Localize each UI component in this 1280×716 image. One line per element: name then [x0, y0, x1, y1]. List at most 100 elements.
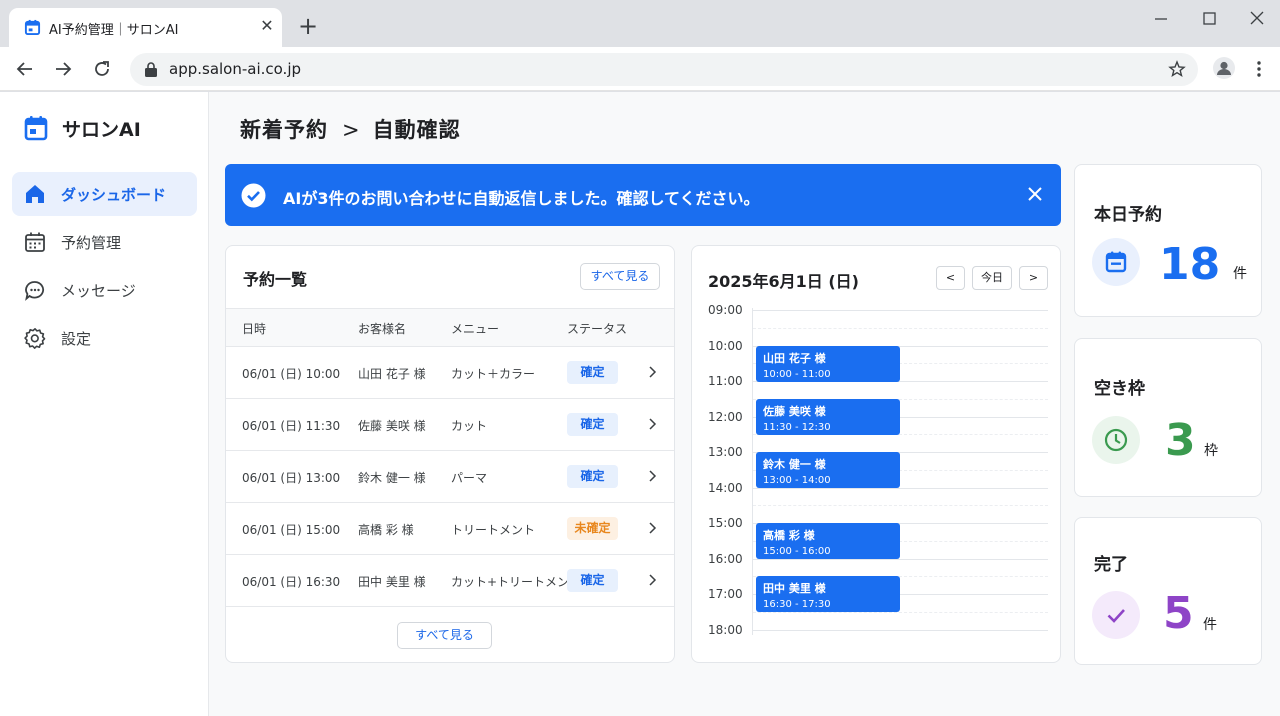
stat-card-today: 本日予約 18 件: [1074, 164, 1262, 317]
event-customer: 山田 花子 様: [763, 351, 826, 365]
back-arrow-icon[interactable]: [14, 58, 36, 80]
table-header: 日時 お客様名 メニュー ステータス: [226, 308, 674, 347]
row-datetime: 06/01 (日) 10:00: [242, 367, 341, 381]
row-customer: 鈴木 健一 様: [358, 471, 426, 485]
check-icon: [1107, 609, 1125, 623]
table-row[interactable]: 06/01 (日) 10:00 山田 花子 様 カット＋カラー 確定: [226, 347, 674, 399]
home-icon: [26, 185, 44, 203]
stat-title: 空き枠: [1094, 379, 1145, 399]
column-header-status: ステータス: [567, 322, 628, 336]
table-row[interactable]: 06/01 (日) 15:00 高橋 彩 様 トリートメント 未確定: [226, 503, 674, 555]
tab-close-icon[interactable]: ✕: [257, 16, 277, 36]
reload-icon[interactable]: [91, 58, 113, 80]
stat-title: 完了: [1094, 555, 1128, 575]
view-all-button[interactable]: すべて見る: [580, 263, 660, 290]
event-customer: 鈴木 健一 様: [763, 458, 826, 471]
gear-icon: [24, 328, 46, 349]
calendar-event[interactable]: 高橋 彩 様 15:00 - 16:00: [756, 523, 900, 559]
event-customer: 田中 美里 様: [763, 582, 826, 596]
browser-tabstrip: AI予約管理｜サロンAI ✕ +: [0, 0, 1280, 47]
row-customer: 佐藤 美咲 様: [358, 419, 426, 433]
window-close-icon[interactable]: [1242, 8, 1272, 30]
half-hour-gridline: [753, 505, 1048, 507]
row-menu: カット+トリートメント: [451, 575, 582, 589]
calendar-event[interactable]: 山田 花子 様 10:00 - 11:00: [756, 345, 900, 382]
chevron-right-icon[interactable]: [646, 572, 660, 588]
sidebar-item-dashboard[interactable]: ダッシュボード: [12, 172, 197, 216]
calendar-event[interactable]: 佐藤 美咲 様 11:30 - 12:30: [756, 398, 900, 435]
event-customer: 高橋 彩 様: [763, 529, 815, 542]
row-menu: パーマ: [451, 471, 488, 485]
sidebar-item-messages[interactable]: メッセージ: [12, 268, 197, 312]
hour-label: 16:00: [708, 551, 743, 566]
chevron-right-icon[interactable]: [646, 468, 660, 484]
calendar-date: 2025年6月1日 (日): [708, 272, 859, 291]
tab-title: AI予約管理｜サロンAI: [49, 23, 179, 38]
chevron-right-icon[interactable]: [646, 364, 660, 380]
breadcrumb: 新着予約 > 自動確認: [240, 114, 461, 144]
new-tab-icon[interactable]: +: [297, 14, 319, 38]
browser-tab[interactable]: AI予約管理｜サロンAI ✕: [9, 8, 282, 47]
row-customer: 高橋 彩 様: [358, 523, 414, 537]
app-root: サロンAI ダッシュボード 予約管理 メッセージ 設定 新着予約 > 自動確認 …: [0, 92, 1280, 716]
sidebar: サロンAI ダッシュボード 予約管理 メッセージ 設定: [0, 92, 209, 716]
chevron-right-icon[interactable]: [646, 520, 660, 536]
stat-card-open-slots: 空き枠 3 枠: [1074, 338, 1262, 497]
minimize-icon[interactable]: [1146, 8, 1176, 30]
hour-gridline: [753, 629, 1048, 631]
hour-label: 11:00: [708, 374, 743, 388]
sidebar-item-label: 予約管理: [61, 233, 122, 252]
chevron-right-icon[interactable]: [646, 416, 660, 432]
view-all-bottom-button[interactable]: すべて見る: [397, 622, 492, 649]
status-badge: 確定: [567, 569, 618, 592]
table-row[interactable]: 06/01 (日) 13:00 鈴木 健一 様 パーマ 確定: [226, 451, 674, 503]
stat-card-completed: 完了 5 件: [1074, 517, 1262, 665]
breadcrumb-parent[interactable]: 新着予約: [240, 118, 328, 142]
calendar-icon: [25, 232, 45, 252]
hour-label: 10:00: [708, 338, 743, 353]
forward-arrow-icon[interactable]: [52, 58, 74, 80]
chat-icon: [25, 281, 45, 301]
maximize-icon[interactable]: [1194, 8, 1224, 30]
calendar-logo-icon: [24, 116, 48, 141]
event-time: 15:00 - 16:00: [763, 546, 831, 557]
calendar-event[interactable]: 鈴木 健一 様 13:00 - 14:00: [756, 452, 900, 488]
stat-unit: 件: [1233, 266, 1247, 282]
stat-icon-circle: [1092, 238, 1140, 286]
column-header-customer: お客様名: [358, 322, 407, 336]
reservation-list-title: 予約一覧: [243, 270, 308, 289]
calendar-next-button[interactable]: >: [1019, 266, 1048, 290]
row-menu: カット＋カラー: [451, 367, 536, 381]
sidebar-item-label: メッセージ: [61, 281, 136, 300]
column-header-menu: メニュー: [451, 322, 500, 336]
hour-gridline: [753, 310, 1048, 311]
half-hour-gridline: [753, 327, 1048, 329]
stat-unit: 件: [1203, 617, 1217, 633]
calendar-prev-button[interactable]: <: [936, 266, 965, 290]
sidebar-item-reservations[interactable]: 予約管理: [12, 220, 197, 264]
sidebar-item-settings[interactable]: 設定: [12, 316, 197, 360]
breadcrumb-separator: >: [342, 118, 361, 142]
event-customer: 佐藤 美咲 様: [763, 404, 826, 418]
row-datetime: 06/01 (日) 16:30: [242, 575, 341, 589]
more-menu-icon[interactable]: [1249, 58, 1269, 80]
profile-avatar-icon[interactable]: [1213, 57, 1235, 79]
brand[interactable]: サロンAI: [24, 114, 141, 142]
hour-label: 18:00: [708, 622, 743, 637]
lock-icon[interactable]: [144, 62, 158, 77]
bookmark-star-icon[interactable]: [1168, 60, 1186, 78]
calendar-event[interactable]: 田中 美里 様 16:30 - 17:30: [756, 576, 900, 613]
row-datetime: 06/01 (日) 13:00: [242, 471, 341, 485]
row-customer: 山田 花子 様: [358, 367, 426, 381]
table-row[interactable]: 06/01 (日) 11:30 佐藤 美咲 様 カット 確定: [226, 399, 674, 451]
stat-icon-circle: [1092, 591, 1140, 639]
hour-label: 13:00: [708, 445, 743, 459]
hour-label: 17:00: [708, 587, 743, 601]
status-badge: 確定: [567, 413, 618, 436]
table-row[interactable]: 06/01 (日) 16:30 田中 美里 様 カット+トリートメント 確定: [226, 555, 674, 607]
row-datetime: 06/01 (日) 15:00: [242, 523, 341, 537]
calendar-today-button[interactable]: 今日: [972, 266, 1012, 290]
close-icon[interactable]: [1025, 184, 1045, 204]
url-text: app.salon-ai.co.jp: [169, 60, 302, 78]
address-bar[interactable]: app.salon-ai.co.jp: [130, 53, 1198, 86]
